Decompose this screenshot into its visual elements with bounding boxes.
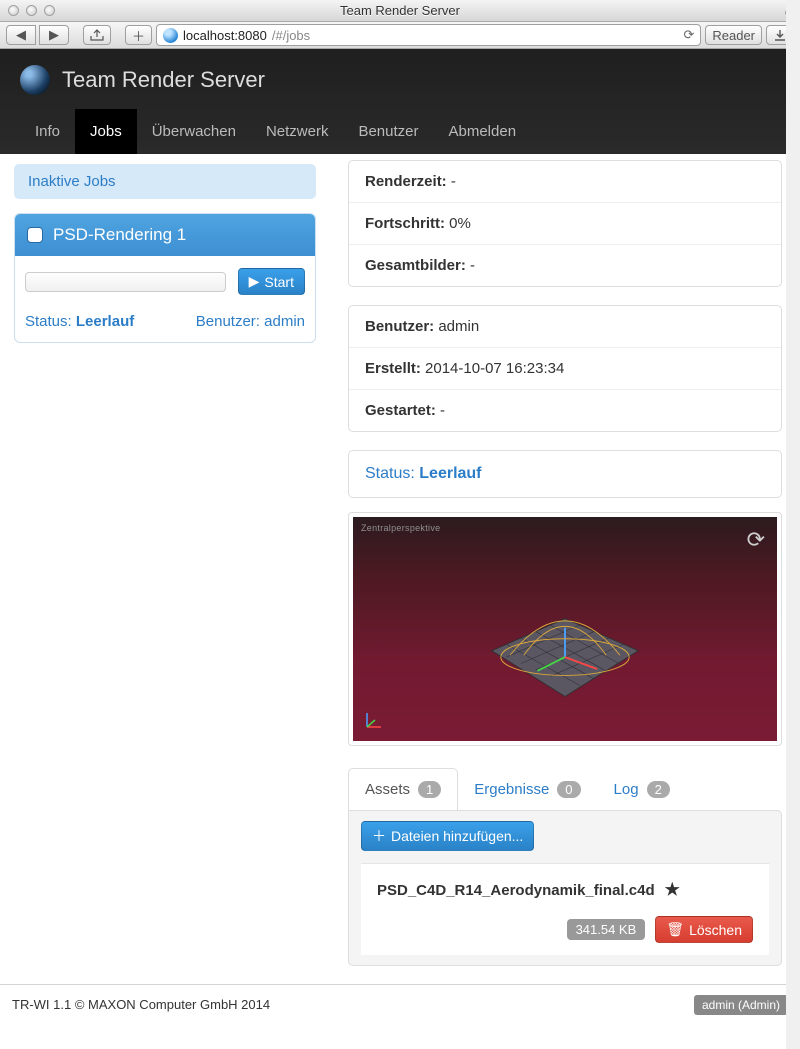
tab-logout[interactable]: Abmelden [434,109,532,154]
tab-monitor[interactable]: Überwachen [137,109,251,154]
address-bar[interactable]: localhost:8080 /#/jobs ⟳ [156,24,701,46]
subtab-log[interactable]: Log 2 [597,768,687,810]
tab-info[interactable]: Info [20,109,75,154]
job-progress [25,272,226,292]
render-preview-plane [465,614,665,724]
url-path: /#/jobs [272,28,310,43]
url-host: localhost:8080 [183,28,267,43]
refresh-icon[interactable]: ⟳ [747,527,765,553]
content: Renderzeit: - Fortschritt: 0% Gesamtbild… [330,154,800,984]
details-box-1: Renderzeit: - Fortschritt: 0% Gesamtbild… [348,160,782,287]
tab-jobs[interactable]: Jobs [75,109,137,154]
brand: Team Render Server [20,65,780,95]
reader-label: Reader [712,28,755,43]
footer-left: TR-WI 1.1 © MAXON Computer GmbH 2014 [12,997,270,1012]
subtab-results[interactable]: Ergebnisse 0 [457,768,597,810]
play-icon: ▶ [249,273,260,290]
assets-panel: ＋ Dateien hinzufügen... PSD_C4D_R14_Aero… [348,810,782,966]
add-files-label: Dateien hinzufügen... [391,828,523,844]
sub-tabs: Assets 1 Ergebnisse 0 Log 2 [348,768,782,810]
main-nav: Info Jobs Überwachen Netzwerk Benutzer A… [20,109,780,154]
tab-users[interactable]: Benutzer [343,109,433,154]
window-title: Team Render Server [0,3,800,18]
tab-network[interactable]: Netzwerk [251,109,344,154]
browser-toolbar: ◀ ▶ ＋ localhost:8080 /#/jobs ⟳ Reader [0,22,800,49]
plus-icon: ＋ [372,826,386,846]
inactive-jobs-header[interactable]: Inaktive Jobs [14,164,316,199]
star-icon[interactable]: ★ [665,880,680,900]
delete-label: Löschen [689,922,742,938]
start-button[interactable]: ▶ Start [238,268,305,295]
job-title: PSD-Rendering 1 [53,225,186,245]
forward-button[interactable]: ▶ [39,25,69,45]
delete-button[interactable]: 🗑 Löschen [655,916,753,943]
asset-row: PSD_C4D_R14_Aerodynamik_final.c4d ★ 341.… [361,863,769,955]
brand-title: Team Render Server [62,67,265,93]
globe-icon [163,28,178,43]
details-box-2: Benutzer: admin Erstellt: 2014-10-07 16:… [348,305,782,432]
scrollbar[interactable] [786,0,800,1049]
preview: Zentralperspektive ⟳ [348,512,782,746]
trash-icon: 🗑 [666,921,684,938]
job-user: Benutzer: admin [196,313,305,330]
job-card: PSD-Rendering 1 ▶ Start Status: Leerlauf… [14,213,316,343]
subtab-assets[interactable]: Assets 1 [348,768,458,810]
asset-size: 341.54 KB [567,919,646,940]
viewport-label: Zentralperspektive [361,523,440,533]
footer: TR-WI 1.1 © MAXON Computer GmbH 2014 adm… [0,984,800,1024]
add-tab-button[interactable]: ＋ [125,25,152,45]
add-files-button[interactable]: ＋ Dateien hinzufügen... [361,821,534,851]
job-status: Status: Leerlauf [25,313,134,330]
app-header: Team Render Server Info Jobs Überwachen … [0,49,800,154]
job-checkbox[interactable] [27,227,43,243]
sidebar: Inaktive Jobs PSD-Rendering 1 ▶ Start St… [0,154,330,984]
status-box: Status: Leerlauf [348,450,782,498]
brand-logo [20,65,50,95]
share-button[interactable] [83,25,111,45]
job-card-header[interactable]: PSD-Rendering 1 [15,214,315,256]
asset-filename: PSD_C4D_R14_Aerodynamik_final.c4d [377,882,655,899]
axis-gizmo [363,709,385,731]
start-label: Start [264,274,294,290]
window-titlebar: Team Render Server ⤢ [0,0,800,22]
back-button[interactable]: ◀ [6,25,36,45]
footer-user-badge[interactable]: admin (Admin) [694,995,788,1015]
reader-button[interactable]: Reader [705,25,762,45]
reload-icon[interactable]: ⟳ [683,27,694,43]
main: Inaktive Jobs PSD-Rendering 1 ▶ Start St… [0,154,800,984]
